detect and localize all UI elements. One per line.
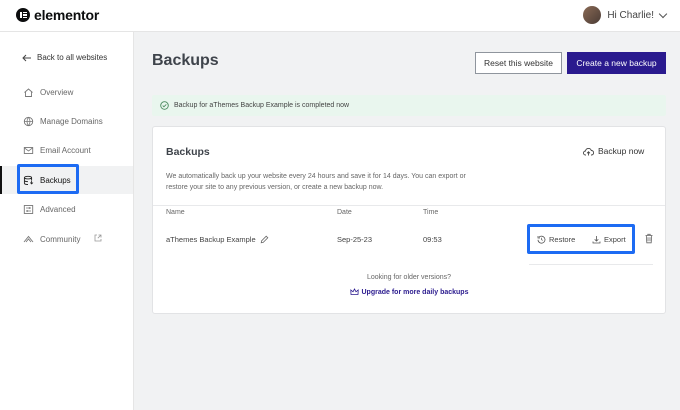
row-divider	[529, 264, 653, 265]
column-header-name: Name	[166, 209, 185, 216]
card-title: Backups	[166, 146, 210, 158]
home-icon	[22, 86, 34, 98]
backup-description: We automatically back up your website ev…	[166, 173, 466, 191]
elementor-logo[interactable]: elementor	[16, 7, 99, 23]
chevron-down-icon	[658, 9, 668, 18]
elementor-logo-icon	[16, 8, 30, 22]
highlight-backups	[17, 164, 79, 194]
backup-now-button[interactable]: Backup now	[583, 146, 644, 156]
check-circle-icon	[160, 101, 169, 110]
backup-name-cell: aThemes Backup Example	[166, 235, 269, 244]
sidebar-item-label: Community	[40, 234, 81, 244]
divider	[153, 205, 665, 206]
sidebar-item-advanced[interactable]: Advanced	[0, 195, 133, 223]
backup-name: aThemes Backup Example	[166, 235, 256, 244]
sidebar-item-overview[interactable]: Overview	[0, 78, 133, 106]
column-header-time: Time	[423, 209, 439, 216]
back-label: Back to all websites	[37, 53, 108, 62]
sidebar-item-label: Advanced	[40, 204, 76, 214]
sidebar-item-community[interactable]: Community	[0, 225, 133, 253]
reset-website-button[interactable]: Reset this website	[475, 52, 562, 74]
user-greeting: Hi Charlie!	[607, 9, 654, 21]
backup-now-label: Backup now	[598, 146, 645, 156]
top-bar: elementor Hi Charlie!	[0, 0, 680, 32]
alert-text: Backup for aThemes Backup Example is com…	[174, 102, 350, 109]
sidebar-item-email-account[interactable]: Email Account	[0, 136, 133, 164]
back-to-websites-link[interactable]: Back to all websites	[22, 53, 107, 62]
backup-time: 09:53	[423, 235, 442, 244]
pencil-icon[interactable]	[260, 235, 269, 244]
create-backup-button[interactable]: Create a new backup	[567, 52, 666, 74]
sidebar-item-manage-domains[interactable]: Manage Domains	[0, 107, 133, 135]
user-menu[interactable]: Hi Charlie!	[583, 6, 668, 24]
sliders-icon	[22, 203, 34, 215]
arrow-left-icon	[22, 54, 31, 61]
backups-card: Backups Backup now We automatically back…	[152, 126, 666, 314]
column-header-date: Date	[337, 209, 352, 216]
trash-icon[interactable]	[644, 233, 654, 244]
avatar	[583, 6, 602, 24]
sidebar-item-label: Manage Domains	[40, 116, 103, 126]
backup-date: Sep-25-23	[337, 235, 373, 244]
sidebar: Back to all websites Overview Manage Dom…	[0, 32, 134, 410]
success-alert: Backup for aThemes Backup Example is com…	[152, 95, 666, 116]
external-link-icon	[94, 234, 102, 244]
highlight-actions	[527, 224, 635, 254]
mail-icon	[22, 144, 34, 156]
brand-name: elementor	[34, 7, 100, 23]
upgrade-label: Upgrade for more daily backups	[361, 288, 469, 296]
older-versions-text: Looking for older versions?	[366, 274, 452, 281]
globe-icon	[22, 115, 34, 127]
community-icon	[22, 233, 34, 245]
cloud-upload-icon	[583, 147, 594, 156]
sidebar-item-label: Email Account	[40, 145, 91, 155]
page-title: Backups	[152, 52, 219, 69]
crown-icon	[349, 288, 359, 296]
sidebar-item-label: Overview	[40, 87, 74, 97]
upgrade-link[interactable]: Upgrade for more daily backups	[153, 288, 665, 296]
